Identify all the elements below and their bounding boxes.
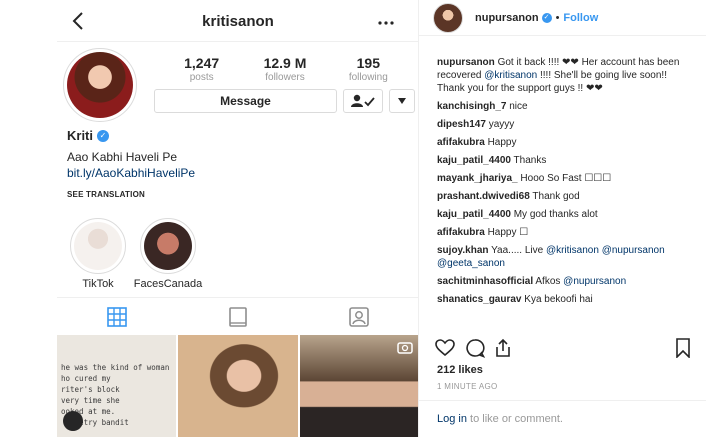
following-button[interactable] — [343, 89, 383, 113]
highlight-cover — [74, 222, 122, 270]
tagged-user-icon — [63, 411, 83, 431]
suggestions-dropdown-button[interactable] — [389, 89, 415, 113]
comment-text: Afkos — [535, 276, 564, 287]
comment-text: Kya bekoofi hai — [524, 294, 593, 305]
more-options-icon[interactable] — [377, 12, 395, 32]
mention-link[interactable]: @nupursanon — [563, 276, 626, 287]
comment-list: nupursanon Got it back !!!! ❤❤ Her accou… — [419, 36, 689, 306]
post-grid: he was the kind of woman ho cured my riter… — [57, 335, 418, 437]
comment-item: prashant.dwivedi68 Thank god — [437, 190, 689, 203]
comment-item: dipesh147 yayyy — [437, 118, 689, 131]
comment-item: sujoy.khan Yaa..... Live @kritisanon @nu… — [437, 244, 689, 270]
poem-line: very time she — [61, 396, 120, 405]
see-translation-link[interactable]: SEE TRANSLATION — [67, 190, 145, 199]
profile-link[interactable]: bit.ly/AaoKabhiHaveliPe — [67, 166, 195, 180]
video-icon — [397, 342, 413, 354]
share-icon[interactable] — [493, 338, 513, 358]
profile-bio: Aao Kabhi Haveli Pe — [67, 150, 178, 164]
grid-post-poem[interactable]: he was the kind of woman ho cured my riter… — [57, 335, 177, 437]
comment-username[interactable]: shanatics_gaurav — [437, 294, 522, 305]
comment-username[interactable]: kaju_patil_4400 — [437, 155, 511, 166]
comment-username[interactable]: sujoy.khan — [437, 245, 489, 256]
follow-button[interactable]: Follow — [563, 12, 598, 24]
verified-badge-icon: ✓ — [541, 12, 552, 23]
grid-icon[interactable] — [107, 306, 128, 327]
profile-topbar: kritisanon — [57, 0, 418, 42]
highlight-cover — [144, 222, 192, 270]
post-header: nupursanon ✓ • Follow — [419, 0, 706, 36]
stat-posts: 1,247 posts — [184, 55, 220, 83]
poem-line: ho cured my — [61, 374, 111, 383]
message-button[interactable]: Message — [154, 89, 337, 113]
mention-link[interactable]: @geeta_sanon — [437, 258, 505, 269]
poem-line: he was the kind of woman — [61, 363, 170, 372]
comment-item: kaju_patil_4400 Thanks — [437, 154, 689, 167]
post-author-username[interactable]: nupursanon — [475, 12, 539, 24]
profile-actions: Message — [154, 89, 415, 113]
comment-item: shanatics_gaurav Kya bekoofi hai — [437, 293, 689, 306]
post-actions — [435, 338, 693, 360]
grid-post-video[interactable] — [299, 335, 418, 437]
user-check-icon — [351, 94, 375, 107]
heart-icon[interactable] — [435, 338, 455, 358]
grid-post-portrait[interactable] — [178, 335, 298, 437]
comment-username[interactable]: prashant.dwivedi68 — [437, 191, 530, 202]
triangle-down-icon — [398, 98, 406, 104]
comment-username[interactable]: sachitminhasofficial — [437, 276, 533, 287]
comment-text: Happy — [487, 137, 517, 148]
comment-username[interactable]: afifakubra — [437, 137, 485, 148]
verified-badge-icon: ✓ — [97, 129, 109, 142]
profile-name: Kriti ✓ — [67, 128, 109, 143]
comment-item: kanchisingh_7 nice — [437, 100, 689, 113]
post-author-avatar[interactable] — [433, 2, 463, 33]
profile-username: kritisanon — [202, 13, 274, 30]
comment-item: kaju_patil_4400 My god thanks alot — [437, 208, 689, 221]
highlight-facescanada[interactable]: FacesCanada — [134, 218, 202, 290]
mention-link[interactable]: @nupursanon — [602, 245, 665, 256]
comment-username[interactable]: kaju_patil_4400 — [437, 209, 511, 220]
stat-following[interactable]: 195 following — [328, 55, 408, 83]
comment-username[interactable]: dipesh147 — [437, 119, 486, 130]
comment-username[interactable]: mayank_jhariya_ — [437, 173, 518, 184]
poem-line: riter's block — [61, 385, 120, 394]
profile-tabs — [57, 297, 418, 335]
comment-text: yayyy — [488, 119, 515, 130]
comment-text: nice — [509, 101, 528, 112]
comment-text: Hooo So Fast ☐☐☐ — [520, 173, 612, 184]
comment-username[interactable]: nupursanon — [437, 57, 495, 68]
comment-item: nupursanon Got it back !!!! ❤❤ Her accou… — [437, 56, 689, 95]
comment-text: Yaa..... Live — [491, 245, 546, 256]
login-prompt-text: to like or comment. — [466, 413, 563, 425]
profile-screenshot: kritisanon 1,247 posts 12.9 M followers … — [0, 0, 418, 437]
comment-text: Thanks — [513, 155, 547, 166]
mention-link[interactable]: @kritisanon — [546, 245, 599, 256]
login-prompt: Log in to like or comment. — [419, 400, 706, 437]
tagged-icon[interactable] — [348, 306, 369, 327]
comment-item: mayank_jhariya_ Hooo So Fast ☐☐☐ — [437, 172, 689, 185]
like-count[interactable]: 212 likes — [437, 364, 483, 376]
login-link[interactable]: Log in — [437, 413, 467, 425]
post-timestamp: 1 MINUTE AGO — [437, 382, 498, 391]
stat-followers[interactable]: 12.9 M followers — [245, 55, 325, 83]
comment-text: Happy ☐ — [487, 227, 529, 238]
mention-link[interactable]: @kritisanon — [484, 70, 537, 81]
comment-item: sachitminhasofficial Afkos @nupursanon — [437, 275, 689, 288]
separator-dot: • — [555, 11, 560, 24]
comment-text: My god thanks alot — [513, 209, 598, 220]
comment-icon[interactable] — [465, 338, 485, 358]
comment-username[interactable]: afifakubra — [437, 227, 485, 238]
post-panel: nupursanon ✓ • Follow nupursanon Got it … — [418, 0, 706, 437]
comment-text: Thank god — [532, 191, 580, 202]
comment-item: afifakubra Happy ☐ — [437, 226, 689, 239]
comment-username[interactable]: kanchisingh_7 — [437, 101, 506, 112]
comment-item: afifakubra Happy — [437, 136, 689, 149]
highlight-tiktok[interactable]: TikTok — [70, 218, 126, 290]
profile-avatar[interactable] — [63, 48, 137, 122]
igtv-icon[interactable] — [228, 306, 248, 327]
bookmark-icon[interactable] — [673, 338, 693, 358]
profile-stats: 1,247 posts 12.9 M followers 195 followi… — [160, 55, 410, 83]
